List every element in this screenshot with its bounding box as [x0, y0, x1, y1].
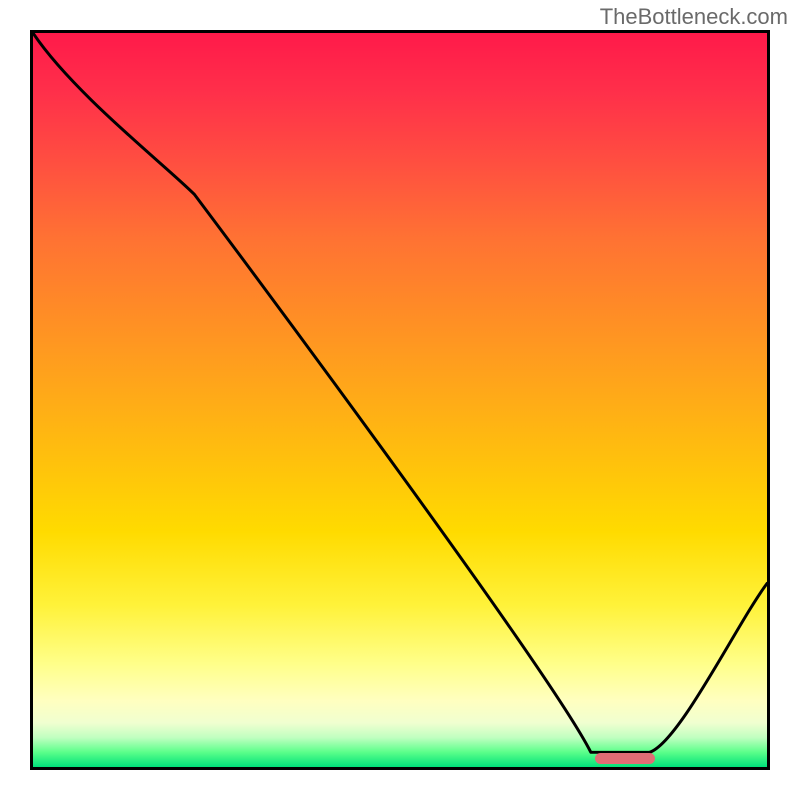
chart-curve	[33, 33, 767, 767]
optimal-range-marker	[595, 753, 654, 764]
chart-plot-area	[30, 30, 770, 770]
watermark-text: TheBottleneck.com	[600, 4, 788, 30]
